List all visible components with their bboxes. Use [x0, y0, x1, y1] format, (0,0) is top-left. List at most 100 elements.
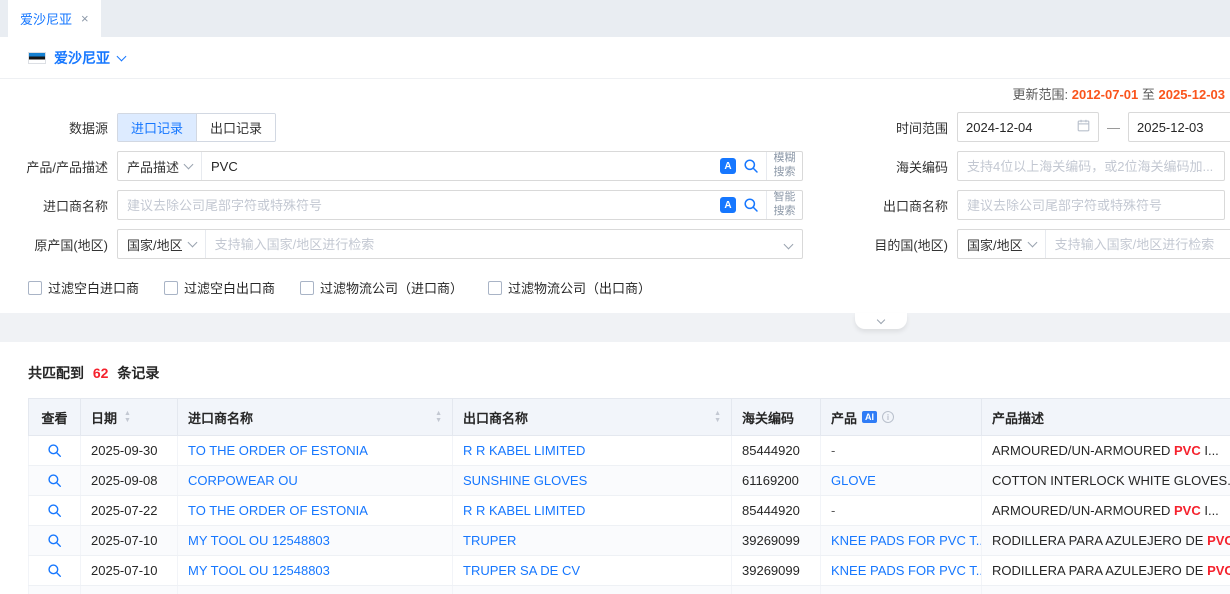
sort-up-icon[interactable]: ▲ [124, 410, 131, 417]
cell-view [29, 436, 81, 466]
importer-label: 进口商名称 [0, 196, 117, 215]
destination-type-select[interactable]: 国家/地区 [958, 230, 1046, 258]
description-text: ARMOURED/UN-ARMOURED [992, 443, 1174, 458]
cell-date-value: 2025-09-08 [91, 473, 158, 488]
cell-importer-value[interactable]: TO THE ORDER OF ESTONIA [188, 503, 368, 518]
cell-date-value: 2025-07-10 [91, 533, 158, 548]
cell-description: RODILLERA PARA AZULEJERO DE PVC [982, 556, 1230, 586]
column-header-exporter[interactable]: 出口商名称▲▼ [453, 399, 732, 436]
cell-product-value[interactable]: KNEE PADS FOR PVC T... [831, 563, 982, 578]
column-header-date[interactable]: 日期▲▼ [81, 399, 178, 436]
translate-icon[interactable]: A [720, 197, 736, 213]
view-detail-search-icon[interactable] [47, 530, 62, 548]
sort-icons[interactable]: ▲▼ [435, 410, 442, 424]
cell-date: 2025-06-26 [81, 586, 178, 594]
sort-icons[interactable]: ▲▼ [714, 410, 721, 424]
cell-exporter-value[interactable]: TRUPER SA DE CV [463, 563, 580, 578]
tab-close-icon[interactable]: × [81, 12, 89, 25]
cell-product-value[interactable]: KNEE PADS FOR PVC T... [831, 533, 982, 548]
country-name[interactable]: 爱沙尼亚 [54, 48, 110, 68]
update-range-label: 更新范围: [1012, 87, 1068, 102]
fuzzy-search-toggle[interactable]: 模糊搜索 [766, 152, 802, 180]
filter-checkbox[interactable]: 过滤物流公司（出口商） [488, 278, 651, 297]
checkbox-icon[interactable] [300, 281, 314, 295]
cell-importer: MY TOOL OU 12548803 [178, 556, 453, 586]
translate-icon[interactable]: A [720, 158, 736, 174]
cell-product-value: - [831, 503, 835, 518]
destination-label: 目的国(地区) [845, 235, 957, 254]
cell-importer-value[interactable]: CORPOWEAR OU [188, 473, 298, 488]
product-input[interactable] [202, 159, 718, 174]
hs-code-input[interactable] [957, 151, 1225, 181]
origin-input[interactable] [206, 237, 781, 252]
view-detail-search-icon[interactable] [47, 590, 62, 594]
chevron-down-icon[interactable] [117, 51, 127, 61]
view-detail-search-icon[interactable] [47, 440, 62, 458]
cell-exporter-value[interactable]: TRUPER [463, 533, 516, 548]
cell-exporter-value[interactable]: R R KABEL LIMITED [463, 503, 585, 518]
checkbox-icon[interactable] [488, 281, 502, 295]
origin-type-value: 国家/地区 [127, 235, 183, 254]
filter-checkbox[interactable]: 过滤空白进口商 [28, 278, 139, 297]
cell-exporter: SUNSHINE GLOVES [453, 466, 732, 496]
table-row: 2025-07-22TO THE ORDER OF ESTONIAR R KAB… [29, 496, 1230, 526]
cell-exporter-value[interactable]: R R KABEL LIMITED [463, 443, 585, 458]
filter-panel: 爱沙尼亚 更新范围: 2012-07-01 至 2025-12-03 数据源 进… [0, 37, 1230, 313]
cell-importer-value[interactable]: TO THE ORDER OF ESTONIA [188, 443, 368, 458]
exporter-input[interactable] [957, 190, 1225, 220]
search-icon[interactable] [743, 158, 759, 174]
sort-down-icon[interactable]: ▼ [124, 417, 131, 424]
filter-checkbox[interactable]: 过滤物流公司（进口商） [300, 278, 463, 297]
cell-hs-code-value: 39269099 [742, 563, 800, 578]
filter-checkbox[interactable]: 过滤空白出口商 [164, 278, 275, 297]
sort-icons[interactable]: ▲▼ [124, 410, 131, 424]
column-header-importer[interactable]: 进口商名称▲▼ [178, 399, 453, 436]
cell-view [29, 586, 81, 594]
product-type-select[interactable]: 产品描述 [118, 152, 202, 180]
sort-up-icon[interactable]: ▲ [435, 410, 442, 417]
date-to-input[interactable]: 2025-12-03 [1128, 112, 1230, 142]
destination-input[interactable] [1046, 237, 1230, 252]
info-icon[interactable]: i [882, 411, 894, 423]
date-from-input[interactable]: 2024-12-04 [957, 112, 1099, 142]
data-source-label: 数据源 [0, 118, 117, 137]
tab-bar: 爱沙尼亚 × [0, 0, 1230, 37]
importer-input[interactable] [118, 198, 718, 213]
cell-exporter-value[interactable]: SUNSHINE GLOVES [463, 473, 587, 488]
cell-importer: CORPOWEAR OU [178, 466, 453, 496]
cell-hs-code: 61169200 [732, 466, 821, 496]
data-source-option[interactable]: 进口记录 [118, 114, 196, 141]
cell-date-value: 2025-07-10 [91, 563, 158, 578]
column-header-view: 查看 [29, 399, 81, 436]
collapse-filters-button[interactable] [855, 313, 907, 329]
cell-exporter: TRUPER [453, 526, 732, 556]
cell-product-value: - [831, 443, 835, 458]
cell-product-value[interactable]: GLOVE [831, 473, 876, 488]
keyword-highlight: PVC [1174, 503, 1201, 518]
view-detail-search-icon[interactable] [47, 470, 62, 488]
view-detail-search-icon[interactable] [47, 560, 62, 578]
column-header-desc: 产品描述 [982, 399, 1230, 436]
origin-type-select[interactable]: 国家/地区 [118, 230, 206, 258]
sort-down-icon[interactable]: ▼ [435, 417, 442, 424]
search-icon[interactable] [743, 197, 759, 213]
update-from-date: 2012-07-01 [1072, 87, 1139, 102]
cell-importer-value[interactable]: MY TOOL OU 12548803 [188, 563, 330, 578]
cell-importer-value[interactable]: MY TOOL OU 12548803 [188, 533, 330, 548]
checkbox-icon[interactable] [164, 281, 178, 295]
date-to-value: 2025-12-03 [1137, 120, 1204, 135]
table-row: 2025-06-26TO NICANOR TECHNOLOGIES OUCAPA… [29, 586, 1230, 594]
table-row: 2025-07-10MY TOOL OU 12548803TRUPER39269… [29, 526, 1230, 556]
tab-estonia[interactable]: 爱沙尼亚 × [8, 0, 101, 37]
chevron-down-icon [877, 315, 885, 323]
form-row-3: 进口商名称 A 智能搜索 出口商名称 [0, 190, 1230, 220]
data-source-option[interactable]: 出口记录 [196, 114, 275, 141]
sort-down-icon[interactable]: ▼ [714, 417, 721, 424]
table-row: 2025-07-10 MY TOOL OU 12548803 TRUPER SA D… [29, 556, 1230, 586]
cell-hs-code-value: 85444920 [742, 503, 800, 518]
sort-up-icon[interactable]: ▲ [714, 410, 721, 417]
checkbox-icon[interactable] [28, 281, 42, 295]
summary-prefix: 共匹配到 [28, 365, 84, 381]
view-detail-search-icon[interactable] [47, 500, 62, 518]
smart-search-toggle[interactable]: 智能搜索 [766, 191, 802, 219]
